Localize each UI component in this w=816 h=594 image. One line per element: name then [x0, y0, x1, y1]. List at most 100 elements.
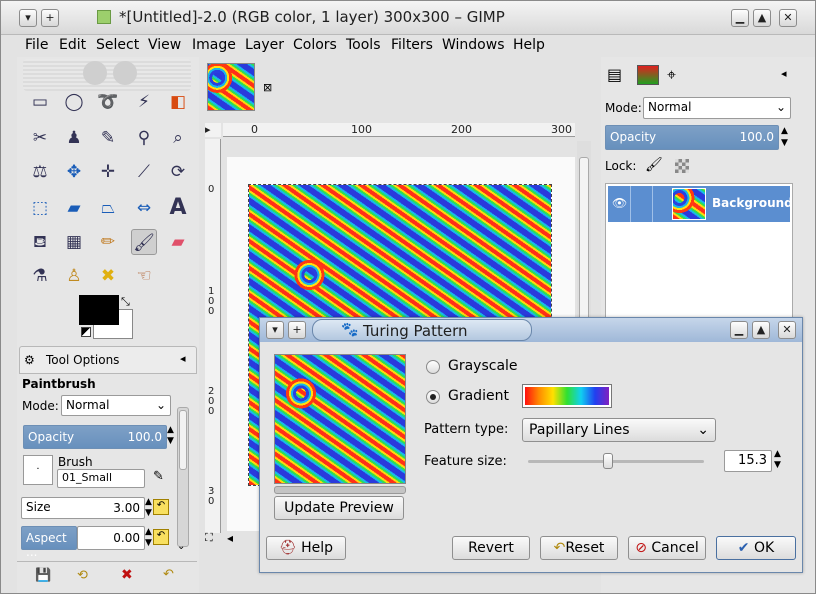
lock-alpha-icon[interactable]: [675, 159, 689, 173]
foreground-color[interactable]: [79, 295, 119, 325]
menu-windows[interactable]: Windows: [442, 37, 505, 53]
panel-menu-icon[interactable]: ◂: [180, 352, 186, 365]
paths-icon[interactable]: ✎: [95, 125, 121, 151]
maximize-icon[interactable]: ▲: [753, 9, 771, 27]
perspective-icon[interactable]: ⏢: [95, 195, 121, 221]
save-options-icon[interactable]: 💾: [35, 568, 51, 583]
foreground-select-icon[interactable]: ♟: [61, 125, 87, 151]
visibility-eye-icon[interactable]: 👁: [612, 196, 627, 210]
flip-icon[interactable]: ⇔: [131, 195, 157, 221]
bucket-fill-icon[interactable]: ⛾: [27, 229, 53, 255]
color-picker-icon[interactable]: ⚲: [131, 125, 157, 151]
heal-icon[interactable]: ✖: [95, 263, 121, 289]
restore-options-icon[interactable]: ⟲: [77, 568, 88, 583]
reset-button[interactable]: ↶Reset: [540, 536, 618, 560]
clone-icon[interactable]: ♙: [61, 263, 87, 289]
airbrush-icon[interactable]: ⚗: [27, 263, 53, 289]
gradient-radio[interactable]: [426, 390, 440, 404]
scale-icon[interactable]: ⬚: [27, 195, 53, 221]
pencil-icon[interactable]: ✏: [95, 229, 121, 255]
window-menu-icon[interactable]: ▾: [19, 9, 37, 27]
opacity-spin-icon[interactable]: ▲ ▼: [167, 425, 177, 449]
dock-menu-icon[interactable]: ◂: [781, 67, 787, 80]
aspect-value[interactable]: 0.00: [77, 526, 145, 550]
size-field[interactable]: Size 3.00: [21, 497, 145, 519]
dialog-menu-icon[interactable]: ▾: [266, 321, 284, 339]
menu-colors[interactable]: Colors: [293, 37, 337, 53]
channels-tab-icon[interactable]: [637, 65, 659, 85]
dialog-close-icon[interactable]: ✕: [778, 321, 796, 339]
dialog-maximize-icon[interactable]: ▲: [752, 321, 770, 339]
shear-icon[interactable]: ▰: [61, 195, 87, 221]
menu-image[interactable]: Image: [192, 37, 236, 53]
fuzzy-select-icon[interactable]: ⚡: [131, 89, 157, 115]
select-by-color-icon[interactable]: ◧: [165, 89, 191, 115]
opacity-slider[interactable]: Opacity 100.0: [23, 425, 167, 449]
menu-layer[interactable]: Layer: [245, 37, 284, 53]
menu-select[interactable]: Select: [96, 37, 139, 53]
text-tool-icon[interactable]: A: [165, 195, 191, 221]
free-select-icon[interactable]: ➰: [95, 89, 121, 115]
layer-opacity-spin-icon[interactable]: ▲ ▼: [781, 125, 791, 149]
menu-help[interactable]: Help: [513, 37, 545, 53]
help-button[interactable]: ⛑ Help: [266, 536, 346, 560]
revert-button[interactable]: Revert: [452, 536, 530, 560]
smudge-icon[interactable]: ☜: [131, 263, 157, 289]
menu-filters[interactable]: Filters: [391, 37, 433, 53]
sticky-icon[interactable]: +: [41, 9, 59, 27]
zoom-icon[interactable]: ⌕: [165, 125, 191, 151]
delete-options-icon[interactable]: ✖: [121, 567, 133, 583]
ok-button[interactable]: ✔ OK: [716, 536, 796, 560]
feature-size-field[interactable]: 15.3: [724, 450, 772, 472]
blend-icon[interactable]: ▦: [61, 229, 87, 255]
pattern-type-select[interactable]: Papillary Lines ⌄: [522, 418, 716, 442]
size-reset-icon[interactable]: ↶: [153, 499, 169, 515]
layers-tab-icon[interactable]: ▤: [607, 65, 622, 84]
slider-handle[interactable]: [602, 453, 613, 469]
menu-tools[interactable]: Tools: [346, 37, 381, 53]
measure-icon[interactable]: ⚖: [27, 159, 53, 185]
tool-options-scrollbar[interactable]: [177, 407, 189, 547]
default-colors-icon[interactable]: [81, 327, 91, 337]
menu-view[interactable]: View: [148, 37, 181, 53]
tool-options-tab[interactable]: ⚙ Tool Options ◂: [19, 346, 197, 374]
lock-pixels-icon[interactable]: 🖌: [645, 157, 663, 173]
dialog-sticky-icon[interactable]: +: [288, 321, 306, 339]
rect-select-icon[interactable]: ▭: [27, 89, 53, 115]
ruler-corner[interactable]: ▸: [205, 123, 221, 137]
swap-colors-icon[interactable]: ⤡: [121, 295, 130, 309]
aspect-reset-icon[interactable]: ↶: [153, 529, 169, 545]
scrollbar-thumb[interactable]: [179, 410, 187, 470]
scroll-left-icon[interactable]: ◂: [227, 531, 233, 545]
feature-size-slider[interactable]: [528, 453, 704, 469]
close-icon[interactable]: ✕: [779, 9, 797, 27]
layer-row-background[interactable]: 👁 Background: [608, 186, 793, 222]
layer-opacity-slider[interactable]: Opacity 100.0: [605, 125, 779, 150]
paintbrush-icon[interactable]: 🖌: [131, 229, 157, 255]
dialog-minimize-icon[interactable]: ▁: [730, 321, 748, 339]
brush-preview[interactable]: ·: [23, 455, 53, 485]
image-tab-thumbnail[interactable]: [207, 63, 255, 111]
paths-tab-icon[interactable]: ⌖: [667, 65, 676, 85]
minimize-icon[interactable]: ▁: [731, 9, 749, 27]
menu-file[interactable]: File: [25, 37, 48, 53]
move-icon[interactable]: ✥: [61, 159, 87, 185]
edit-brush-icon[interactable]: ✎: [153, 469, 164, 484]
brush-name-field[interactable]: 01_Small: [57, 469, 145, 488]
mode-select[interactable]: Normal ⌄: [61, 395, 171, 416]
eraser-icon[interactable]: ▰: [165, 229, 191, 255]
reset-options-icon[interactable]: ↶: [163, 567, 174, 582]
cancel-button[interactable]: ⊘ Cancel: [628, 536, 706, 560]
scroll-down-icon[interactable]: ⌄: [177, 541, 185, 552]
close-tab-icon[interactable]: ⊠: [263, 81, 272, 94]
align-icon[interactable]: ✛: [95, 159, 121, 185]
update-preview-button[interactable]: Update Preview: [274, 496, 404, 520]
menu-edit[interactable]: Edit: [59, 37, 86, 53]
grayscale-radio[interactable]: [426, 360, 440, 374]
feature-size-spin-icon[interactable]: ▲ ▼: [774, 449, 784, 471]
layer-mode-select[interactable]: Normal ⌄: [643, 97, 791, 119]
crop-icon[interactable]: ⟋: [131, 159, 157, 185]
ellipse-select-icon[interactable]: ◯: [61, 89, 87, 115]
navigate-icon[interactable]: ⛶: [205, 531, 213, 545]
scissors-icon[interactable]: ✂: [27, 125, 53, 151]
